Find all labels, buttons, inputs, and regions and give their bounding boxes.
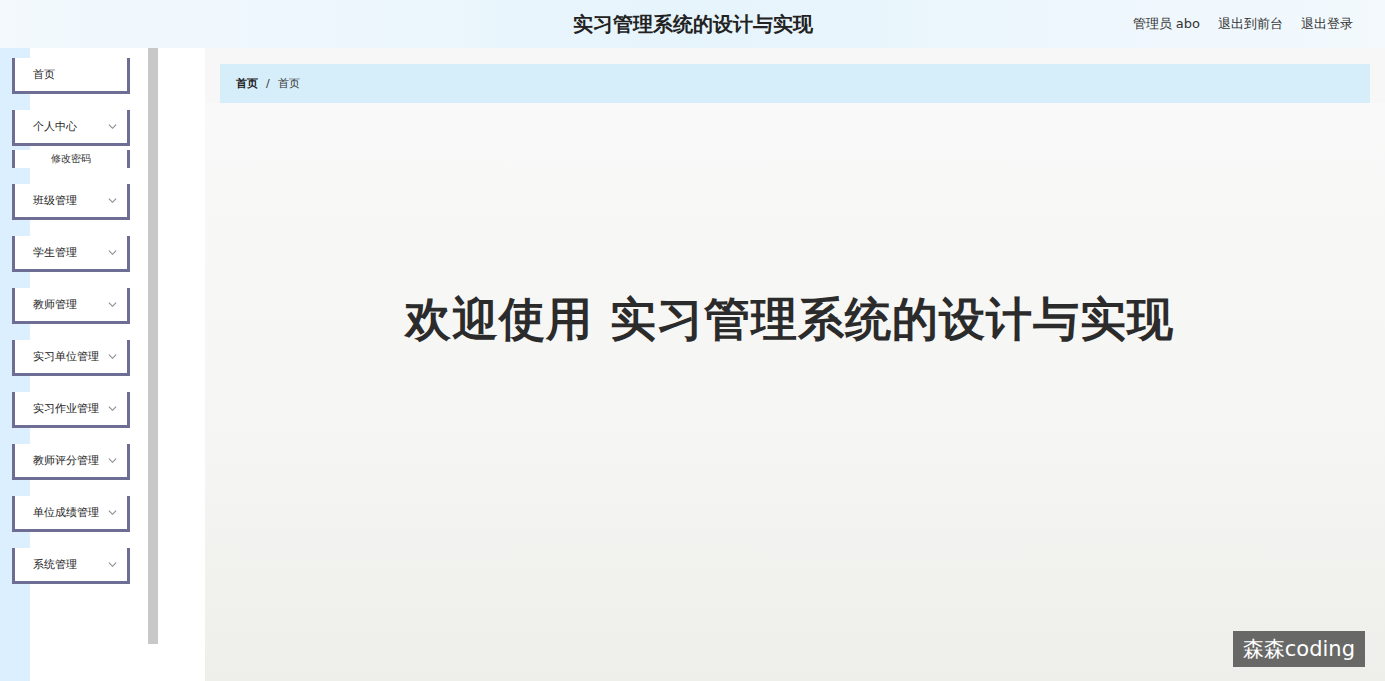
chevron-down-icon xyxy=(108,508,117,517)
breadcrumb-item[interactable]: 首页 xyxy=(278,76,300,91)
breadcrumb-item[interactable]: 首页 xyxy=(236,76,258,91)
menu-group: 个人中心修改密码 xyxy=(12,110,148,168)
chevron-down-icon xyxy=(108,352,117,361)
breadcrumb-separator: / xyxy=(266,77,270,90)
sidebar-item[interactable]: 单位成绩管理 xyxy=(12,496,130,532)
sidebar-item[interactable]: 班级管理 xyxy=(12,184,130,220)
sidebar-item[interactable]: 个人中心 xyxy=(12,110,130,146)
app-title: 实习管理系统的设计与实现 xyxy=(573,11,813,38)
watermark: 森森coding xyxy=(1233,631,1365,667)
page: 实习管理系统的设计与实现 管理员 abo 退出到前台退出登录首页个人中心修改密码班级… xyxy=(0,0,1385,681)
menu-group: 学生管理 xyxy=(12,236,148,272)
header-actions: 管理员 abo 退出到前台退出登录 xyxy=(1133,0,1353,48)
sidebar-item[interactable]: 教师评分管理 xyxy=(12,444,130,480)
chevron-down-icon xyxy=(108,300,117,309)
header: 实习管理系统的设计与实现 管理员 abo 退出到前台退出登录 xyxy=(0,0,1385,48)
welcome-banner: 欢迎使用 实习管理系统的设计与实现 xyxy=(205,103,1385,681)
sidebar-item[interactable]: 实习单位管理 xyxy=(12,340,130,376)
menu-group: 班级管理 xyxy=(12,184,148,220)
user-name: 管理员 abo xyxy=(1133,15,1200,33)
chevron-down-icon xyxy=(108,248,117,257)
sidebar-item[interactable]: 系统管理 xyxy=(12,548,130,584)
chevron-down-icon xyxy=(108,456,117,465)
sidebar-item[interactable]: 实习作业管理 xyxy=(12,392,130,428)
menu-group: 实习单位管理 xyxy=(12,340,148,376)
sidebar: 首页个人中心修改密码班级管理学生管理教师管理实习单位管理实习作业管理教师评分管理… xyxy=(0,48,160,681)
header-link[interactable]: 退出登录 xyxy=(1301,15,1353,33)
menu-group: 教师评分管理 xyxy=(12,444,148,480)
chevron-down-icon xyxy=(108,122,117,131)
header-link[interactable]: 退出到前台 xyxy=(1218,15,1283,33)
menu-group: 单位成绩管理 xyxy=(12,496,148,532)
main-content: 首页 / 首页欢迎使用 实习管理系统的设计与实现 xyxy=(160,48,1385,681)
menu-group: 教师管理 xyxy=(12,288,148,324)
sidebar-item[interactable]: 教师管理 xyxy=(12,288,130,324)
sidebar-scrollbar[interactable] xyxy=(148,48,158,644)
welcome-text: 欢迎使用 实习管理系统的设计与实现 xyxy=(405,289,1174,351)
menu-group: 实习作业管理 xyxy=(12,392,148,428)
sidebar-item[interactable]: 学生管理 xyxy=(12,236,130,272)
chevron-down-icon xyxy=(108,560,117,569)
chevron-down-icon xyxy=(108,404,117,413)
sidebar-item[interactable]: 首页 xyxy=(12,58,130,94)
menu-list: 首页个人中心修改密码班级管理学生管理教师管理实习单位管理实习作业管理教师评分管理… xyxy=(0,48,148,681)
breadcrumb: 首页 / 首页 xyxy=(220,64,1370,103)
menu-group: 系统管理 xyxy=(12,548,148,584)
body: 首页个人中心修改密码班级管理学生管理教师管理实习单位管理实习作业管理教师评分管理… xyxy=(0,48,1385,681)
menu-group: 首页 xyxy=(12,58,148,94)
sidebar-subitem[interactable]: 修改密码 xyxy=(12,150,130,168)
chevron-down-icon xyxy=(108,196,117,205)
